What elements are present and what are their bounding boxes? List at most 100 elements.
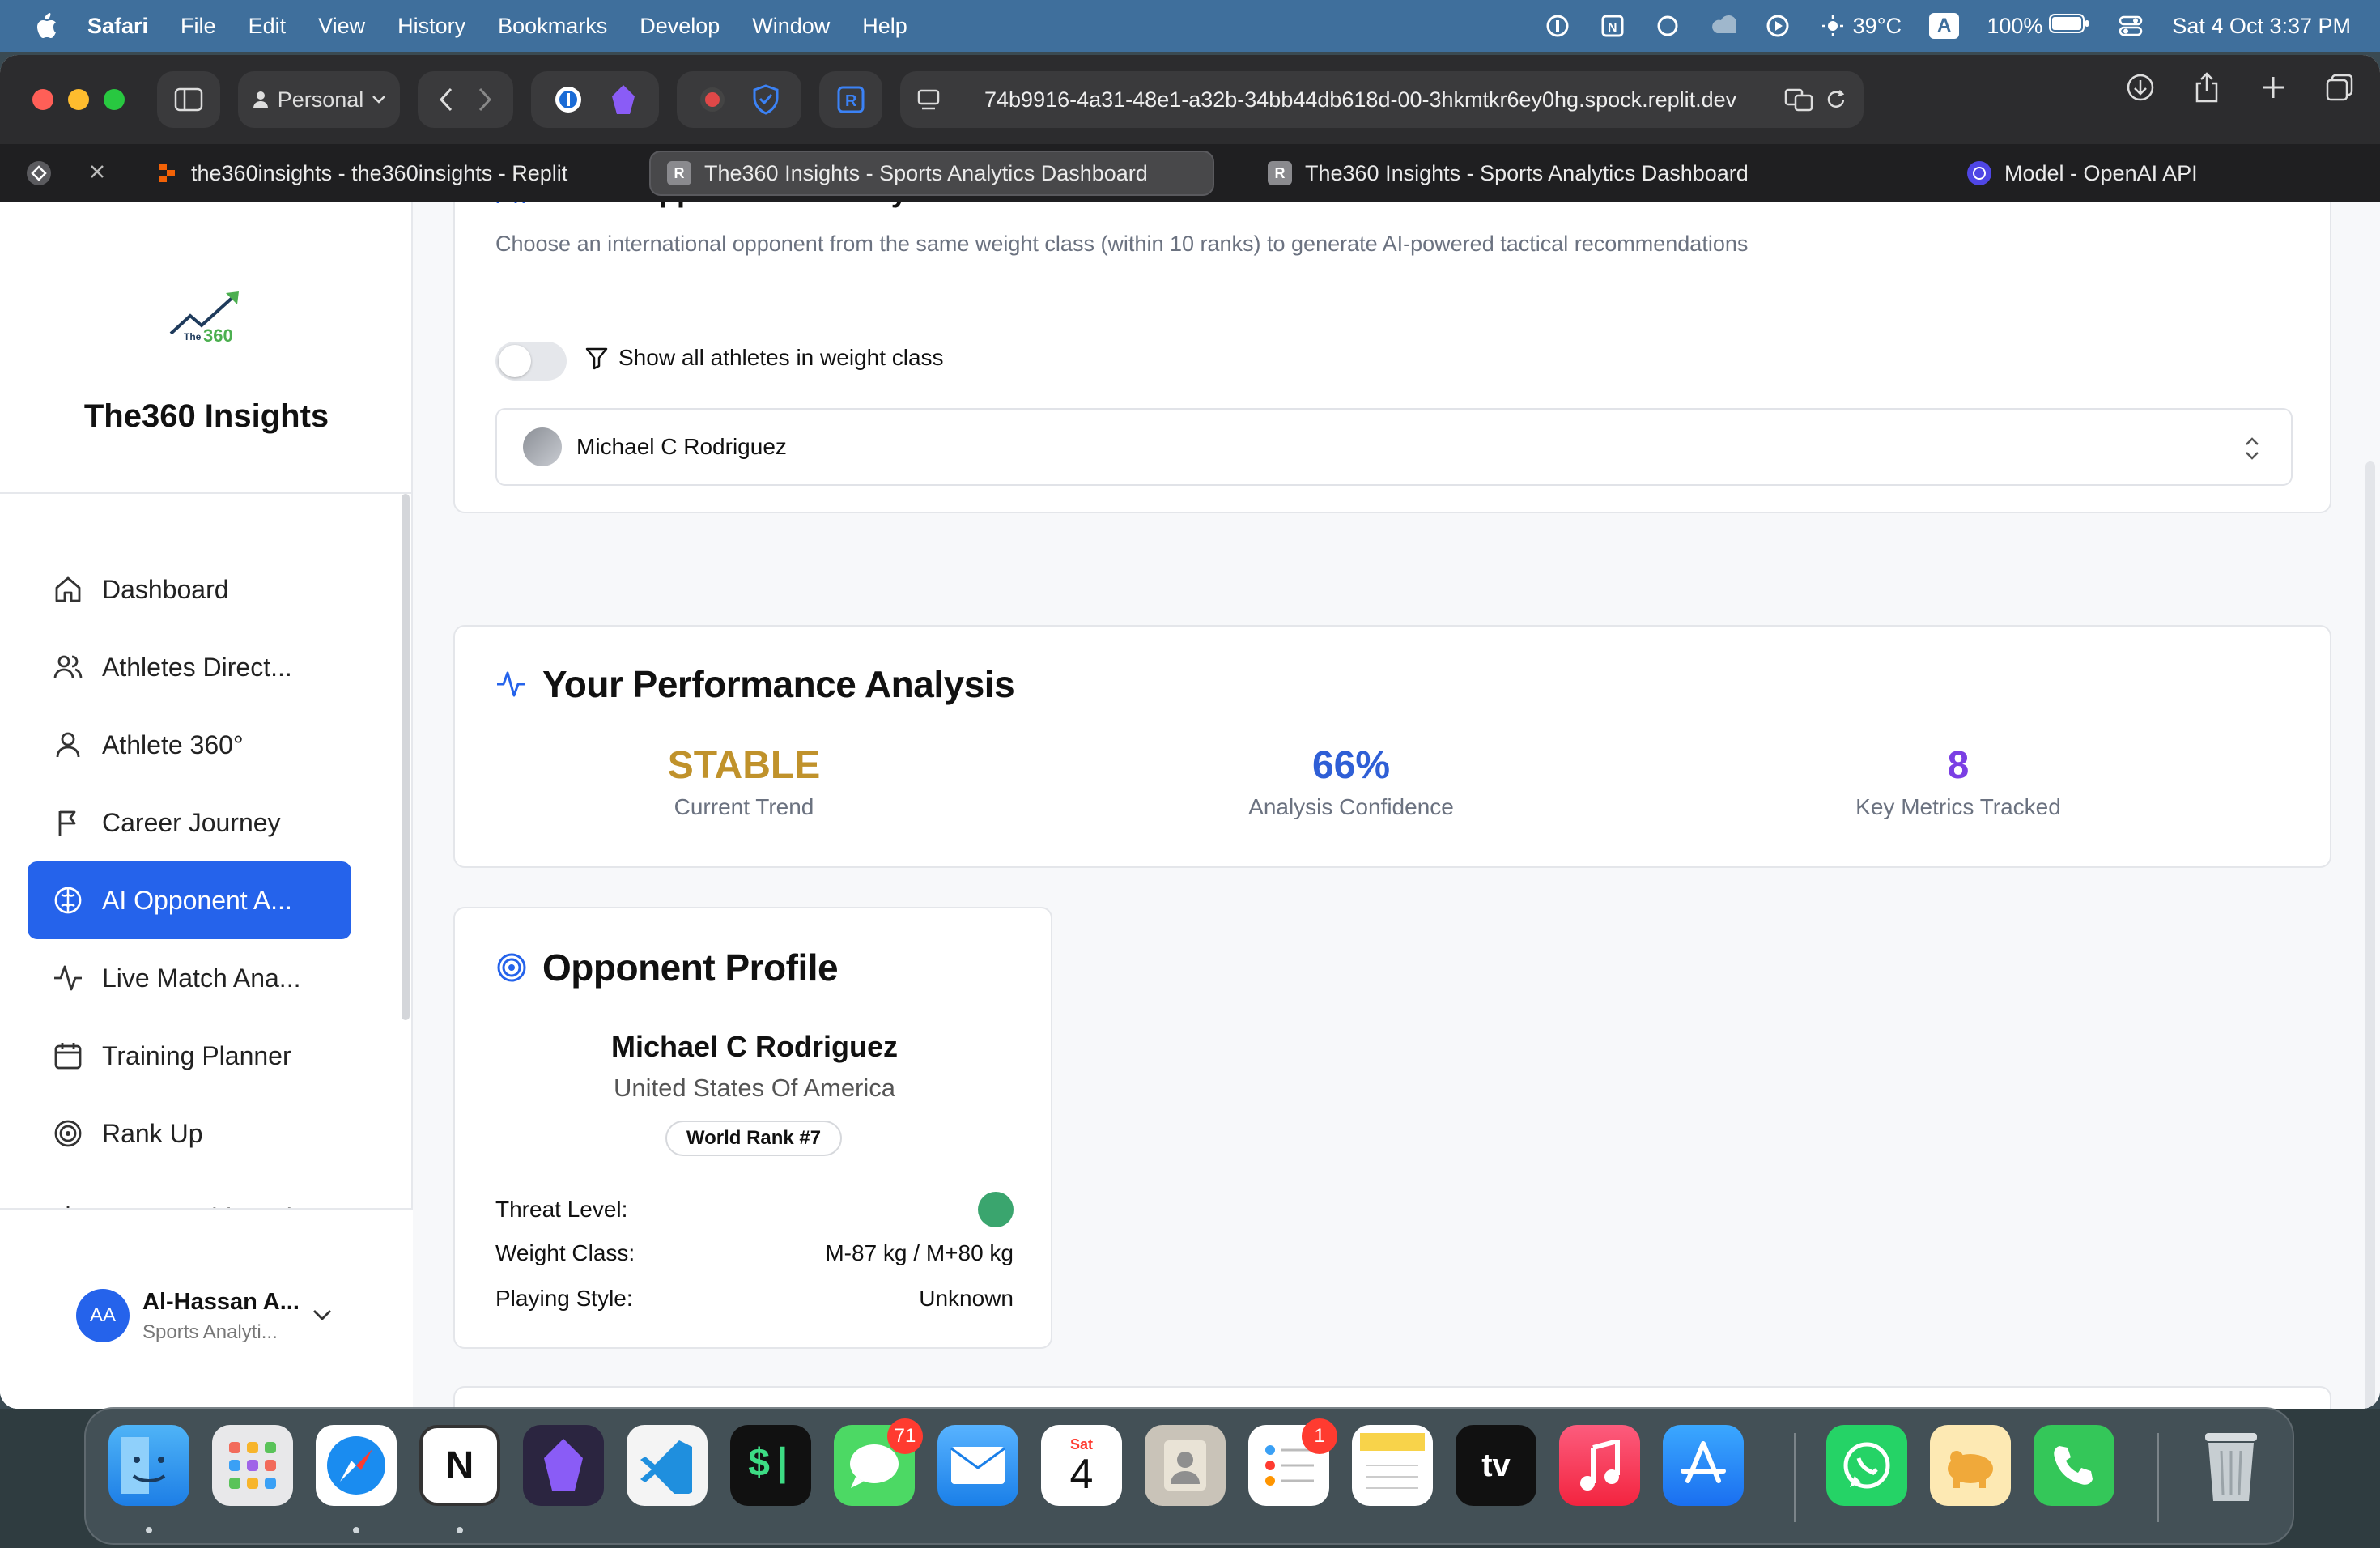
- circle-status-icon[interactable]: [1654, 12, 1681, 40]
- cloud-status-icon[interactable]: [1709, 12, 1736, 40]
- openai-favicon: [1967, 161, 1991, 185]
- reminders-icon[interactable]: 1: [1248, 1418, 1337, 1506]
- notes-icon[interactable]: [1352, 1425, 1433, 1506]
- battery-percent: 100%: [1987, 13, 2043, 38]
- svg-text:The: The: [184, 331, 202, 342]
- profile-button[interactable]: Personal: [238, 71, 400, 128]
- weather-widget[interactable]: 39°C: [1819, 12, 1902, 40]
- downloads-icon[interactable]: [2124, 71, 2157, 104]
- finder-icon[interactable]: [108, 1425, 189, 1506]
- launchpad-icon[interactable]: [212, 1425, 293, 1506]
- back-icon[interactable]: [439, 87, 453, 112]
- sidebar-item-training-planner[interactable]: Training Planner: [28, 1017, 351, 1095]
- safari-icon[interactable]: [316, 1425, 397, 1506]
- menu-edit[interactable]: Edit: [249, 14, 287, 39]
- menu-help[interactable]: Help: [862, 14, 907, 39]
- terminal-icon[interactable]: $|: [730, 1425, 811, 1506]
- notion-status-icon[interactable]: N: [1599, 12, 1626, 40]
- clock[interactable]: Sat 4 Oct 3:37 PM: [2172, 14, 2351, 39]
- sidebar-item-athletes-directory[interactable]: Athletes Direct...: [28, 628, 351, 706]
- bug-extension-icon[interactable]: [698, 85, 727, 114]
- page-menu-icon[interactable]: [916, 87, 941, 112]
- zoom-window-button[interactable]: [104, 89, 125, 110]
- onepassword-extension-icon[interactable]: [552, 83, 584, 116]
- user-menu[interactable]: AA Al-Hassan A... Sports Analyti...: [0, 1208, 413, 1409]
- forward-icon[interactable]: [478, 87, 492, 112]
- menu-view[interactable]: View: [318, 14, 365, 39]
- obsidian-icon[interactable]: [523, 1425, 604, 1506]
- opponent-select[interactable]: Michael C Rodriguez: [495, 408, 2293, 486]
- brain-icon: [52, 884, 84, 916]
- sidebar-nav: Dashboard Athletes Direct... Athlete 360…: [28, 551, 351, 1221]
- music-icon[interactable]: [1559, 1425, 1640, 1506]
- sidebar-item-live-match-analysis[interactable]: Live Match Ana...: [28, 939, 351, 1017]
- app-store-icon[interactable]: [1663, 1425, 1744, 1506]
- sidebar-scrollbar[interactable]: [402, 494, 410, 1020]
- input-source-badge[interactable]: A: [1928, 13, 1960, 39]
- sidebar-item-label: AI Opponent A...: [102, 885, 292, 915]
- menu-window[interactable]: Window: [752, 14, 830, 39]
- sidebar-toggle-button[interactable]: [157, 71, 220, 128]
- replit-extension-button[interactable]: R: [819, 71, 882, 128]
- mail-icon[interactable]: [937, 1425, 1018, 1506]
- opponent-name: Michael C Rodriguez: [610, 1030, 899, 1063]
- onepassword-status-icon[interactable]: [1544, 12, 1571, 40]
- sidebar-item-dashboard[interactable]: Dashboard: [28, 551, 351, 628]
- reload-icon[interactable]: [1825, 88, 1847, 111]
- tab-dashboard-active[interactable]: R The360 Insights - Sports Analytics Das…: [649, 151, 1214, 196]
- sidebar-item-ai-opponent-analysis[interactable]: AI Opponent A...: [28, 861, 351, 939]
- sidebar-item-label: Career Journey: [102, 807, 281, 837]
- r-favicon: R: [667, 161, 691, 185]
- sidebar-item-athlete-360[interactable]: Athlete 360°: [28, 706, 351, 784]
- whatsapp-icon[interactable]: [1826, 1425, 1907, 1506]
- menu-bookmarks[interactable]: Bookmarks: [498, 14, 607, 39]
- trash-icon[interactable]: [2191, 1425, 2272, 1506]
- share-icon[interactable]: [2191, 71, 2223, 104]
- vscode-icon[interactable]: [627, 1425, 708, 1506]
- contacts-icon[interactable]: [1145, 1425, 1226, 1506]
- translate-icon[interactable]: [1784, 87, 1813, 112]
- tableplus-icon[interactable]: [1930, 1425, 2011, 1506]
- menu-develop[interactable]: Develop: [640, 14, 720, 39]
- opponent-profile-title: Opponent Profile: [495, 946, 839, 989]
- calendar-app-icon[interactable]: Sat 4: [1041, 1425, 1122, 1506]
- tab-group-icon[interactable]: [24, 159, 53, 194]
- menu-app[interactable]: Safari: [87, 14, 148, 39]
- performance-analysis-card: Your Performance Analysis STABLE Current…: [453, 625, 2331, 868]
- messages-icon[interactable]: 71: [834, 1418, 923, 1506]
- notion-icon[interactable]: N: [419, 1425, 500, 1506]
- play-status-icon[interactable]: [1764, 12, 1791, 40]
- new-tab-icon[interactable]: [2257, 71, 2289, 104]
- stat-value: STABLE: [667, 744, 821, 787]
- sidebar-item-career-journey[interactable]: Career Journey: [28, 784, 351, 861]
- control-center-icon[interactable]: [2117, 12, 2144, 40]
- tab-overview-icon[interactable]: [2323, 71, 2356, 104]
- obsidian-extension-icon[interactable]: [609, 83, 638, 116]
- tab-dashboard[interactable]: R The360 Insights - Sports Analytics Das…: [1252, 151, 1765, 196]
- threat-indicator: [978, 1192, 1014, 1227]
- main-scrollbar[interactable]: [2365, 461, 2375, 1409]
- show-all-toggle[interactable]: [495, 342, 567, 381]
- apple-tv-icon[interactable]: tv: [1456, 1425, 1536, 1506]
- battery-widget[interactable]: 100%: [1987, 13, 2089, 40]
- tab-label: The360 Insights - Sports Analytics Dashb…: [704, 160, 1148, 185]
- minimize-window-button[interactable]: [68, 89, 89, 110]
- address-bar[interactable]: 74b9916-4a31-48e1-a32b-34bb44db618d-00-3…: [900, 71, 1864, 128]
- shield-extension-icon[interactable]: [751, 83, 780, 116]
- close-tab-icon[interactable]: [87, 162, 107, 187]
- style-label: Playing Style:: [495, 1286, 633, 1311]
- phone-icon[interactable]: [2034, 1425, 2114, 1506]
- tab-openai[interactable]: Model - OpenAI API: [1951, 151, 2214, 196]
- replit-extension-icon: R: [837, 86, 865, 113]
- sidebar-item-rank-up[interactable]: Rank Up: [28, 1095, 351, 1172]
- sidebar-item-label: Athletes Direct...: [102, 652, 292, 682]
- tab-replit[interactable]: the360insights - the360insights - Replit: [138, 151, 584, 196]
- chevron-down-icon[interactable]: [308, 1300, 337, 1329]
- messages-badge: 71: [887, 1418, 923, 1454]
- menu-file[interactable]: File: [181, 14, 216, 39]
- stat-analysis-confidence: 66% Analysis Confidence: [1108, 743, 1594, 820]
- apple-icon[interactable]: [32, 12, 60, 40]
- url-text: 74b9916-4a31-48e1-a32b-34bb44db618d-00-3…: [984, 87, 1737, 112]
- menu-history[interactable]: History: [397, 14, 465, 39]
- close-window-button[interactable]: [32, 89, 53, 110]
